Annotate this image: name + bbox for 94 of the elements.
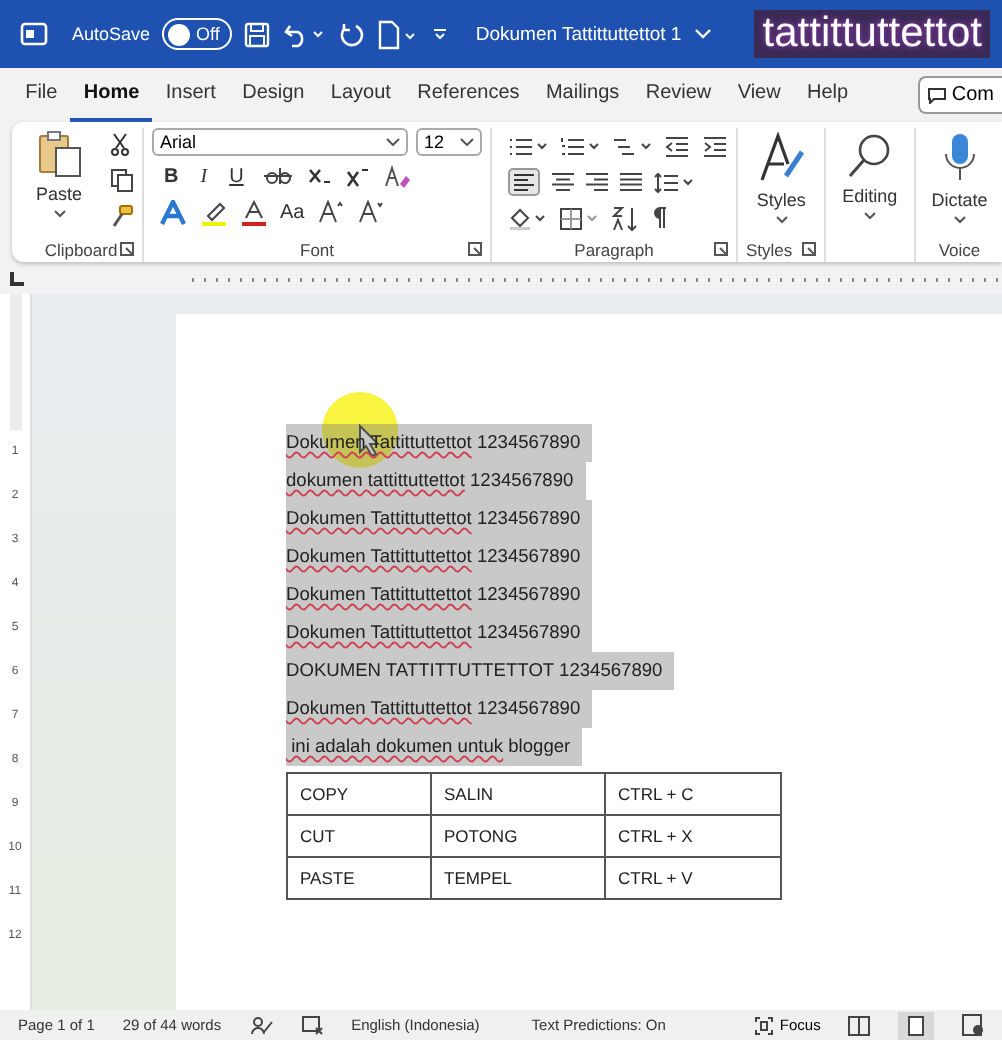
ribbon-tab[interactable]: Review — [632, 69, 725, 121]
ribbon-tab[interactable]: References — [404, 69, 533, 121]
document-icon[interactable] — [20, 20, 48, 48]
pilcrow-icon[interactable] — [652, 206, 669, 230]
shrink-font-icon[interactable] — [358, 200, 385, 224]
search-icon — [845, 132, 894, 180]
document-title[interactable]: Dokumen Tattittuttettot 1 — [475, 23, 682, 45]
table-cell: TEMPEL — [431, 857, 605, 899]
undo-icon[interactable] — [281, 21, 326, 47]
save-icon[interactable] — [243, 21, 270, 47]
format-painter-icon[interactable] — [110, 204, 135, 228]
accessibility-icon[interactable] — [301, 1015, 324, 1035]
group-label: Voice — [938, 239, 981, 259]
subscript-icon[interactable] — [307, 165, 332, 187]
format-button[interactable]: I — [196, 165, 212, 187]
autosave-toggle[interactable]: Off — [162, 18, 232, 50]
ribbon-tab[interactable]: View — [724, 69, 794, 121]
overlay-caption: tattittuttettot — [754, 10, 990, 58]
comments-button[interactable]: Com — [917, 76, 1002, 114]
editing-button[interactable]: Editing — [834, 128, 906, 232]
grow-font-icon[interactable] — [318, 200, 345, 224]
multilevel-list-icon[interactable] — [612, 135, 653, 157]
ribbon-tab[interactable]: File — [12, 69, 71, 121]
chevron-down-icon — [863, 212, 876, 220]
dictate-button[interactable]: Dictate — [923, 128, 996, 232]
font-name-field[interactable]: Arial — [152, 128, 409, 156]
group-label: Font — [300, 239, 335, 259]
cut-icon[interactable] — [110, 132, 131, 156]
change-case-button[interactable]: Aa — [280, 201, 305, 223]
customize-icon[interactable] — [431, 26, 448, 42]
print-layout-icon[interactable] — [898, 1011, 935, 1039]
superscript-icon[interactable] — [345, 165, 370, 187]
table-cell: CUT — [287, 815, 431, 857]
web-layout-icon[interactable] — [962, 1014, 985, 1036]
copy-icon[interactable] — [110, 168, 135, 192]
redo-icon[interactable] — [337, 21, 364, 47]
format-button[interactable]: B — [160, 165, 183, 187]
table-cell: POTONG — [431, 815, 605, 857]
chevron-down-icon — [386, 138, 401, 146]
strikethrough-icon[interactable] — [261, 166, 294, 186]
chevron-down-icon — [460, 138, 475, 146]
table-cell: CTRL + C — [605, 773, 781, 815]
tab-selector-icon[interactable] — [8, 272, 24, 288]
read-mode-icon[interactable] — [848, 1015, 871, 1035]
horizontal-ruler[interactable] — [192, 272, 1002, 288]
styles-button[interactable]: Styles — [746, 128, 817, 232]
table-cell: CTRL + X — [605, 815, 781, 857]
microphone-icon — [943, 132, 976, 184]
table-cell: SALIN — [431, 773, 605, 815]
group-label: Paragraph — [574, 239, 654, 259]
table-cell: CTRL + V — [605, 857, 781, 899]
ribbon-tab[interactable]: Design — [229, 69, 318, 121]
proofing-icon[interactable] — [249, 1015, 274, 1035]
clear-formatting-icon[interactable] — [383, 163, 412, 189]
group-label: Clipboard — [44, 239, 118, 259]
align-center-icon[interactable] — [552, 172, 575, 192]
clipboard-icon — [37, 130, 81, 178]
sort-icon[interactable] — [612, 205, 641, 231]
paste-button[interactable]: Paste — [28, 128, 91, 232]
decrease-indent-icon[interactable] — [664, 135, 691, 157]
dialog-launcher-icon[interactable] — [120, 242, 135, 256]
group-label: Styles — [746, 239, 793, 259]
autosave-label: AutoSave — [72, 24, 151, 44]
borders-icon[interactable] — [560, 207, 601, 229]
highlighter-icon[interactable] — [200, 199, 229, 225]
table-cell: COPY — [287, 773, 431, 815]
ribbon-tab[interactable]: Mailings — [532, 69, 633, 121]
text-effects-icon[interactable] — [160, 199, 187, 225]
font-size-field[interactable]: 12 — [416, 128, 483, 156]
chevron-down-icon — [53, 210, 65, 218]
bullet-list-icon[interactable] — [508, 135, 549, 157]
styles-icon — [757, 132, 806, 184]
align-right-icon[interactable] — [586, 172, 609, 192]
font-color-icon[interactable] — [242, 199, 267, 225]
ribbon-tab[interactable]: Help — [793, 69, 862, 121]
dialog-launcher-icon[interactable] — [802, 242, 817, 256]
align-left-icon[interactable] — [508, 168, 541, 196]
table-cell: PASTE — [287, 857, 431, 899]
ribbon-tab[interactable]: Layout — [317, 69, 405, 121]
file-icon[interactable] — [375, 19, 420, 49]
justify-icon[interactable] — [620, 172, 643, 192]
format-button[interactable]: U — [225, 165, 248, 187]
dialog-launcher-icon[interactable] — [468, 242, 483, 256]
chevron-down-icon — [953, 216, 966, 224]
dialog-launcher-icon[interactable] — [714, 242, 729, 256]
numbered-list-icon[interactable] — [560, 135, 601, 157]
shading-icon[interactable] — [508, 206, 549, 230]
line-spacing-icon[interactable] — [654, 171, 695, 193]
chevron-down-icon[interactable] — [693, 28, 712, 40]
chevron-down-icon — [775, 216, 788, 224]
focus-icon — [753, 1015, 774, 1035]
increase-indent-icon[interactable] — [702, 135, 729, 157]
ribbon-tab[interactable]: Insert — [152, 69, 229, 121]
comment-icon — [927, 87, 946, 103]
